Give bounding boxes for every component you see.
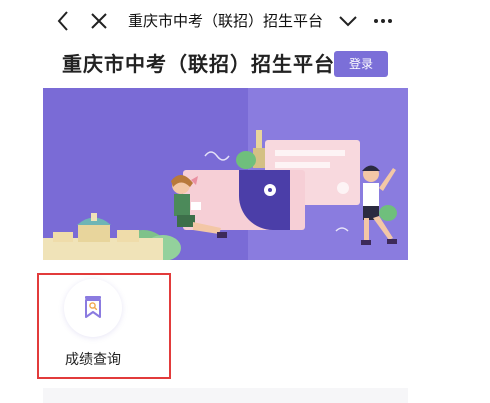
banner[interactable]	[43, 88, 408, 260]
more-dots-icon[interactable]	[371, 9, 395, 33]
content-panel	[43, 388, 408, 403]
service-label: 成绩查询	[65, 352, 121, 368]
service-icon-circle	[64, 279, 122, 337]
service-item-score-query[interactable]: 成绩查询	[37, 273, 171, 379]
close-icon[interactable]	[87, 9, 111, 33]
banner-illustration	[43, 88, 408, 260]
back-arrow-icon[interactable]	[52, 9, 76, 33]
login-button[interactable]: 登录	[334, 51, 388, 77]
nav-title: 重庆市中考（联招）招生平台	[128, 12, 324, 30]
chevron-down-icon[interactable]	[336, 9, 360, 33]
score-search-icon	[85, 296, 101, 318]
navbar: 重庆市中考（联招）招生平台	[0, 0, 490, 42]
page-title: 重庆市中考（联招）招生平台	[62, 52, 335, 76]
